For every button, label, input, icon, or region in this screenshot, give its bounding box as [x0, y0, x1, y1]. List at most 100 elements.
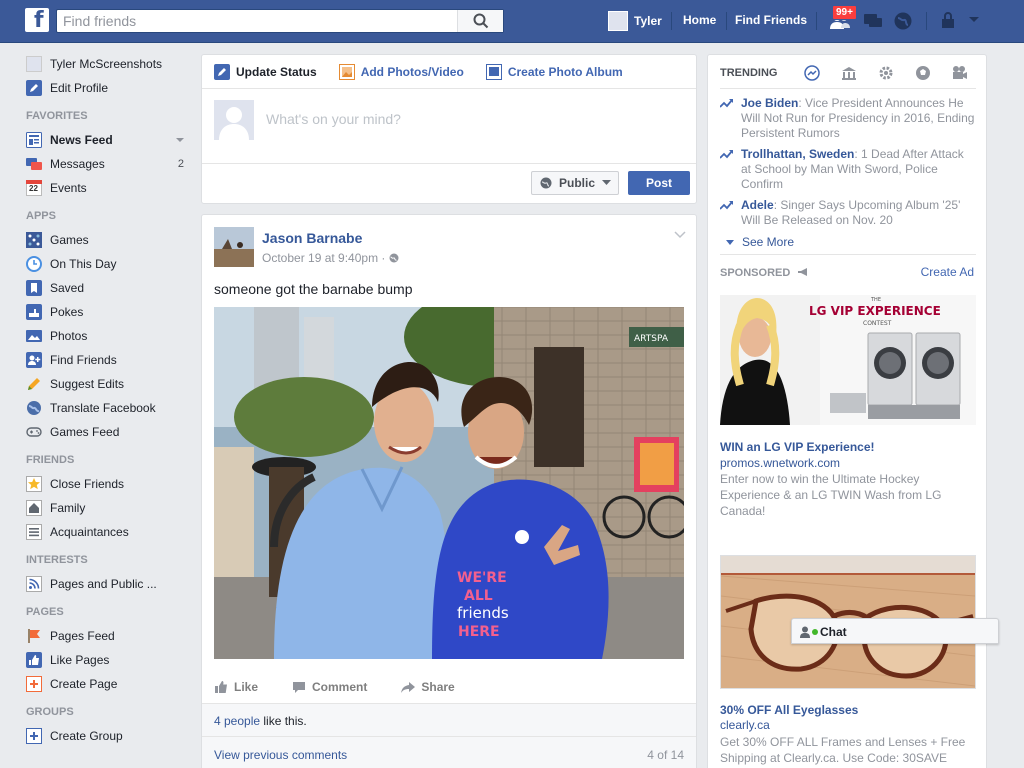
ad-domain[interactable]: promos.wnetwork.com: [720, 456, 840, 470]
post-photo[interactable]: ARTSPA WE'RE ALL friends HERE: [214, 307, 684, 659]
post-timestamp[interactable]: October 19 at 9:40pm: [262, 251, 378, 265]
sidebar-item-edit-profile[interactable]: Edit Profile: [26, 76, 196, 100]
sidebar-item-acquaintances[interactable]: Acquaintances: [26, 520, 196, 544]
sidebar-item-label: Pokes: [50, 305, 84, 319]
post-button[interactable]: Post: [628, 171, 690, 195]
sidebar-item-profile[interactable]: Tyler McScreenshots: [26, 52, 196, 76]
sidebar-item-pages-feed[interactable]: Pages Feed: [26, 624, 196, 648]
ad-domain[interactable]: clearly.ca: [720, 718, 770, 732]
gamepad-icon: [26, 424, 42, 440]
sidebar-item-create-group[interactable]: Create Group: [26, 724, 196, 748]
news-feed-icon: [26, 132, 42, 148]
soccer-ball-icon: [916, 66, 930, 80]
sidebar-item-label: Find Friends: [50, 353, 117, 367]
likes-link[interactable]: 4 people: [214, 714, 260, 728]
tab-add-photos-video[interactable]: Add Photos/Video: [338, 63, 464, 80]
search-input[interactable]: [57, 10, 457, 32]
sponsored-heading: SPONSORED: [720, 267, 809, 279]
house-icon: [26, 500, 42, 516]
right-column: TRENDING Joe Biden: Vice President Annou…: [707, 54, 987, 768]
sidebar-item-like-pages[interactable]: Like Pages: [26, 648, 196, 672]
tab-label: Create Photo Album: [507, 64, 623, 79]
sidebar-item-label: Close Friends: [50, 477, 125, 491]
profile-link[interactable]: Tyler: [608, 11, 662, 31]
trending-tab-top[interactable]: [803, 64, 821, 82]
sidebar-item-label: Photos: [50, 329, 88, 343]
sidebar-item-pokes[interactable]: Pokes: [26, 300, 196, 324]
trending-tab-sports[interactable]: [914, 64, 932, 82]
divider: [720, 88, 976, 89]
post-author[interactable]: Jason Barnabe: [262, 230, 362, 246]
sidebar-item-saved[interactable]: Saved: [26, 276, 196, 300]
tab-update-status[interactable]: Update Status: [214, 63, 317, 80]
ad-title[interactable]: WIN an LG VIP Experience!: [720, 440, 875, 454]
home-link[interactable]: Home: [683, 13, 716, 27]
sidebar-item-create-page[interactable]: Create Page: [26, 672, 196, 696]
chevron-down-icon[interactable]: [968, 16, 980, 24]
comment-button[interactable]: Comment: [292, 680, 367, 694]
post-actions: Like Comment Share: [214, 673, 684, 701]
sidebar-item-close-friends[interactable]: Close Friends: [26, 472, 196, 496]
composer-body[interactable]: What's on your mind?: [202, 89, 696, 163]
ad-image-lg[interactable]: THE LG VIP EXPERIENCE CONTEST: [720, 295, 976, 425]
clock-icon: [26, 256, 42, 272]
see-more-link[interactable]: See More: [726, 235, 794, 249]
divider: [816, 12, 817, 30]
trending-tab-entertainment[interactable]: [951, 64, 969, 82]
sidebar-item-photos[interactable]: Photos: [26, 324, 196, 348]
flag-icon: [26, 628, 42, 644]
section-heading: FRIENDS: [26, 454, 75, 466]
share-button[interactable]: Share: [401, 680, 455, 694]
pencil-icon: [214, 63, 230, 80]
sidebar-item-messages[interactable]: Messages 2: [26, 152, 196, 176]
globe-icon[interactable]: [893, 10, 913, 32]
sidebar-item-events[interactable]: 22 Events: [26, 176, 196, 200]
sidebar-item-games-feed[interactable]: Games Feed: [26, 420, 196, 444]
trending-heading: TRENDING: [720, 67, 778, 79]
post-footer: 4 people like this. View previous commen…: [202, 703, 696, 768]
status-input[interactable]: What's on your mind?: [266, 111, 401, 127]
privacy-selector[interactable]: Public: [531, 171, 619, 195]
sidebar-item-pages-and-public[interactable]: Pages and Public ...: [26, 572, 196, 596]
chevron-down-icon: [602, 180, 612, 185]
ad-title[interactable]: 30% OFF All Eyeglasses: [720, 703, 858, 717]
chevron-down-icon[interactable]: [674, 231, 686, 239]
feed-post: Jason Barnabe October 19 at 9:40pm · som…: [201, 214, 697, 768]
trending-icon: [804, 65, 820, 81]
chevron-down-icon[interactable]: [176, 138, 184, 142]
facebook-logo[interactable]: f: [25, 8, 49, 33]
sidebar-item-translate-facebook[interactable]: Translate Facebook: [26, 396, 196, 420]
sidebar-item-on-this-day[interactable]: On This Day: [26, 252, 196, 276]
search-button[interactable]: [457, 10, 503, 32]
trending-tab-politics[interactable]: [840, 64, 858, 82]
divider: [926, 12, 927, 30]
pencil-icon: [26, 80, 42, 96]
ad-description: Get 30% OFF ALL Frames and Lenses + Free…: [720, 735, 966, 765]
privacy-lock-icon[interactable]: [940, 10, 958, 32]
megaphone-icon: [798, 268, 808, 276]
like-button[interactable]: Like: [214, 680, 258, 694]
avatar[interactable]: [214, 227, 254, 267]
chat-tab[interactable]: Chat: [791, 618, 999, 644]
trending-item[interactable]: Adele: Singer Says Upcoming Album '25' W…: [720, 198, 976, 228]
sidebar-item-suggest-edits[interactable]: Suggest Edits: [26, 372, 196, 396]
trending-item[interactable]: Trollhattan, Sweden: 1 Dead After Attack…: [720, 147, 976, 192]
search-icon: [473, 13, 489, 29]
messages-icon[interactable]: [862, 10, 884, 32]
trending-tab-science[interactable]: [877, 64, 895, 82]
sidebar-item-find-friends[interactable]: Find Friends: [26, 348, 196, 372]
trending-item[interactable]: Joe Biden: Vice President Announces He W…: [720, 96, 976, 141]
sidebar-item-family[interactable]: Family: [26, 496, 196, 520]
ad-brand-text: LG VIP EXPERIENCE: [809, 304, 941, 318]
post-text: someone got the barnabe bump: [214, 281, 413, 297]
view-previous-comments-link[interactable]: View previous comments: [214, 748, 347, 762]
likes-summary: 4 people like this.: [214, 714, 307, 728]
tab-create-photo-album[interactable]: Create Photo Album: [485, 63, 623, 80]
privacy-label: Public: [559, 176, 596, 190]
section-heading: GROUPS: [26, 706, 74, 718]
find-friends-link[interactable]: Find Friends: [735, 13, 807, 27]
create-ad-link[interactable]: Create Ad: [921, 265, 974, 279]
sidebar-item-games[interactable]: Games: [26, 228, 196, 252]
sidebar-item-news-feed[interactable]: News Feed: [26, 128, 196, 152]
separator-dot: ·: [381, 251, 389, 265]
